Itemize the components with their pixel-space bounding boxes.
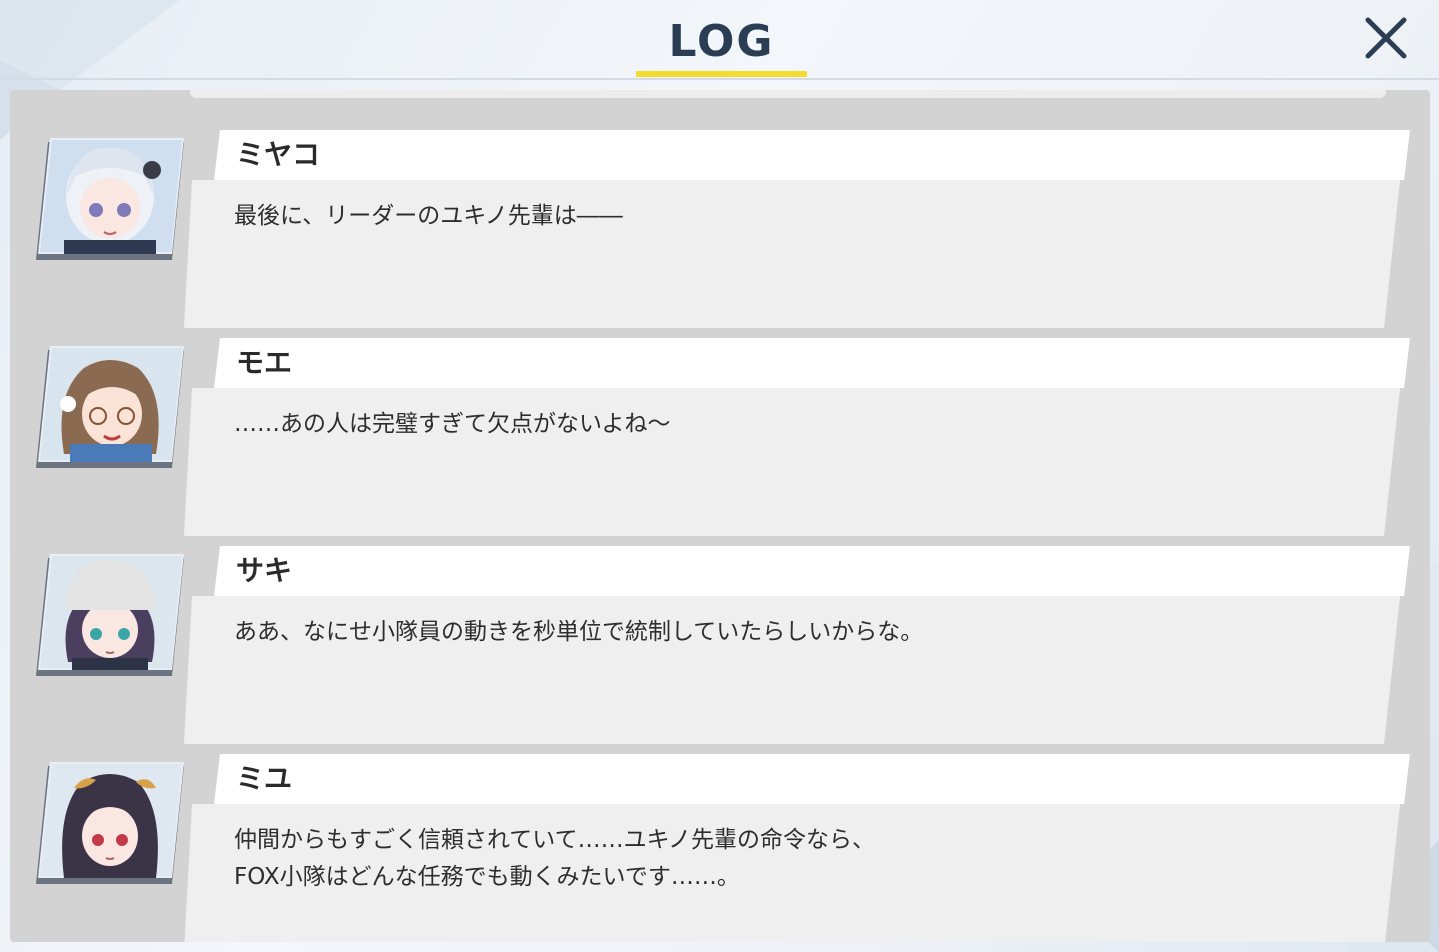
character-portrait-icon (36, 346, 184, 468)
avatar (34, 136, 186, 266)
speaker-name: モエ (236, 346, 293, 379)
previous-entry-edge (190, 90, 1386, 98)
message-text: ……あの人は完璧すぎて欠点がないよね～ (234, 411, 671, 437)
speaker-nameplate (214, 338, 1410, 388)
log-entry: ミユ 仲間からもすごく信頼されていて……ユキノ先輩の命令なら、 FOX小隊はどん… (10, 734, 1430, 942)
log-entry: サキ ああ、なにせ小隊員の動きを秒単位で統制していたらしいからな。 (10, 526, 1430, 744)
speaker-nameplate (214, 754, 1410, 804)
speaker-nameplate (214, 546, 1410, 596)
avatar (34, 552, 186, 682)
close-button[interactable] (1360, 12, 1412, 64)
page-title: LOG (668, 16, 775, 67)
log-list[interactable]: ミヤコ 最後に、リーダーのユキノ先輩は―― モエ ……あの人は完璧すぎて欠点がな… (10, 90, 1430, 942)
character-portrait-icon (36, 138, 184, 260)
speaker-name: ミヤコ (236, 138, 321, 171)
speaker-nameplate (214, 130, 1410, 180)
message-text: 最後に、リーダーのユキノ先輩は―― (234, 203, 623, 229)
avatar (34, 760, 186, 890)
character-portrait-icon (36, 554, 184, 676)
header-divider (0, 78, 1439, 80)
speaker-name: サキ (236, 554, 293, 587)
title-underline (636, 71, 807, 77)
character-portrait-icon (36, 762, 184, 884)
speaker-name: ミユ (236, 762, 293, 795)
close-icon (1365, 17, 1407, 59)
log-header: LOG (0, 0, 1439, 80)
message-text: 仲間からもすごく信頼されていて……ユキノ先輩の命令なら、 FOX小隊はどんな任務… (234, 827, 876, 890)
log-entry: ミヤコ 最後に、リーダーのユキノ先輩は―― (10, 110, 1430, 328)
avatar (34, 344, 186, 474)
message-text: ああ、なにせ小隊員の動きを秒単位で統制していたらしいからな。 (234, 619, 924, 645)
log-entry: モエ ……あの人は完璧すぎて欠点がないよね～ (10, 318, 1430, 536)
